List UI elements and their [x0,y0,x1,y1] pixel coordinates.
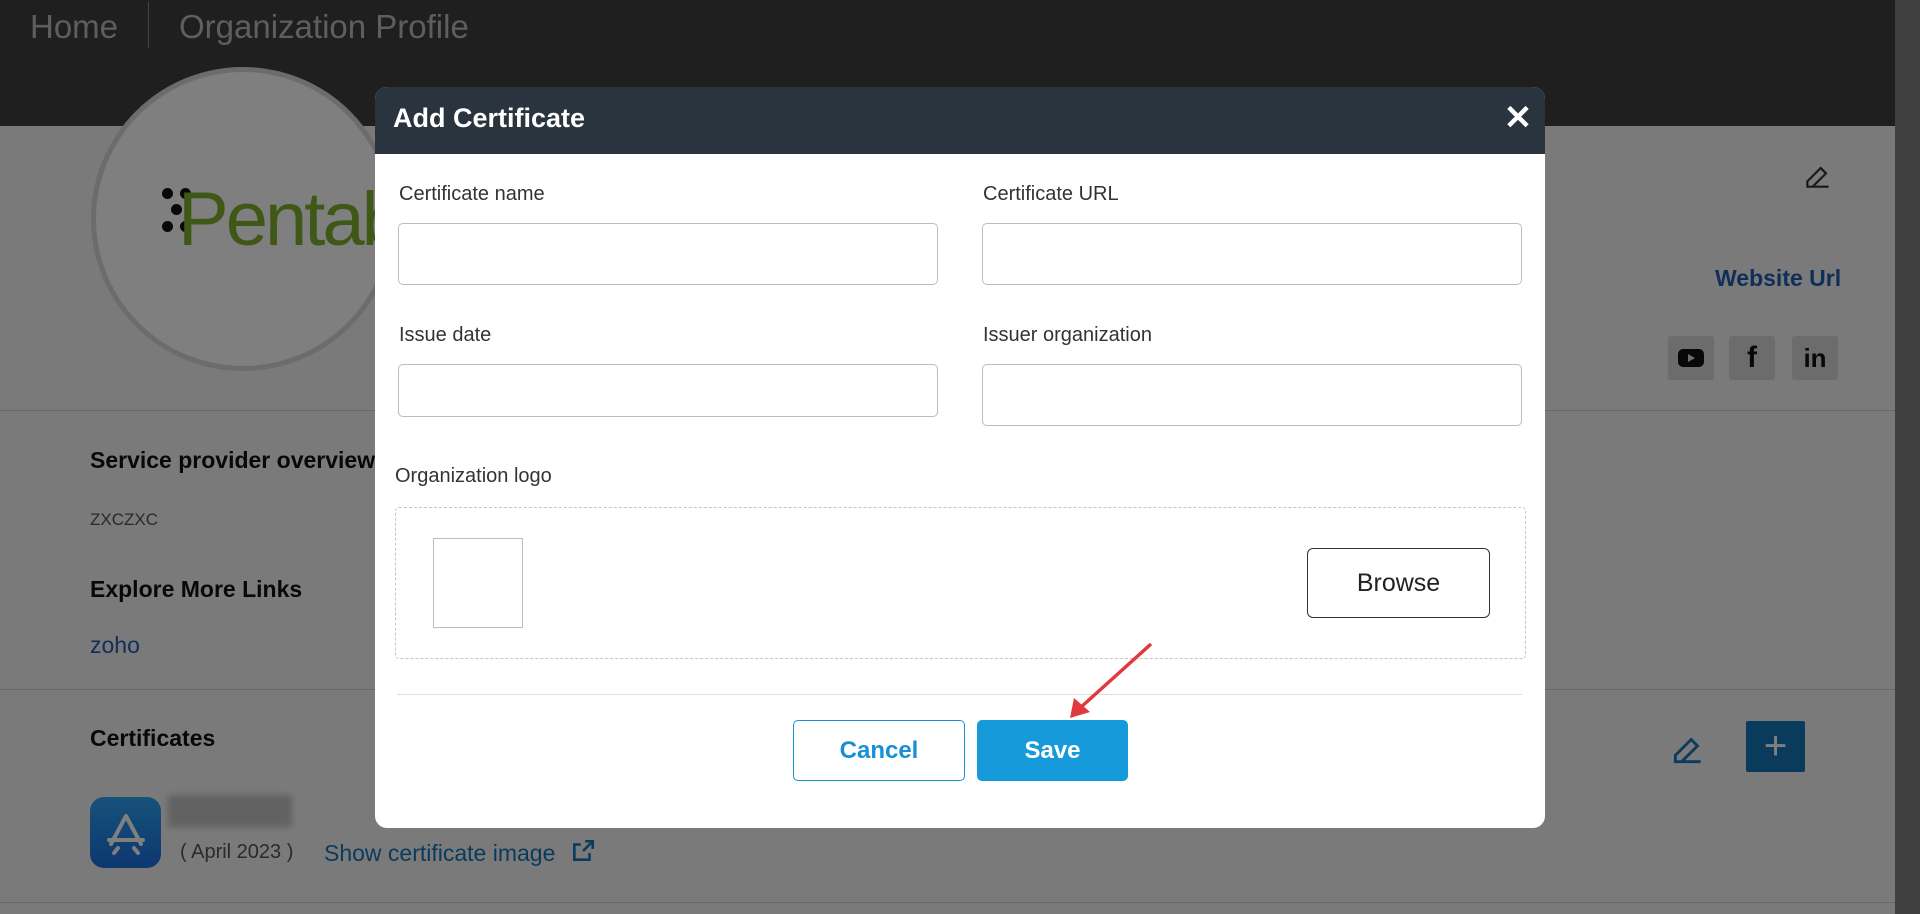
annotation-arrow [1070,642,1153,718]
certificate-name-label: Certificate name [399,183,545,205]
logo-preview [433,538,523,628]
modal-header: Add Certificate ✕ [375,87,1545,154]
issuer-organization-label: Issuer organization [983,324,1152,346]
logo-upload-area[interactable]: Browse [395,507,1526,659]
issue-date-label: Issue date [399,324,492,346]
browse-button[interactable]: Browse [1307,548,1490,618]
close-icon[interactable]: ✕ [1503,101,1533,135]
certificate-name-input[interactable] [398,223,938,285]
cancel-button[interactable]: Cancel [793,720,965,781]
issue-date-input[interactable] [398,364,938,417]
organization-logo-label: Organization logo [395,465,552,487]
certificate-url-input[interactable] [982,223,1522,285]
modal-title: Add Certificate [393,103,586,133]
certificate-url-label: Certificate URL [983,183,1119,205]
issuer-organization-input[interactable] [982,364,1522,426]
modal-footer-divider [397,694,1522,695]
add-certificate-modal: Add Certificate ✕ Certificate name Certi… [375,87,1545,828]
